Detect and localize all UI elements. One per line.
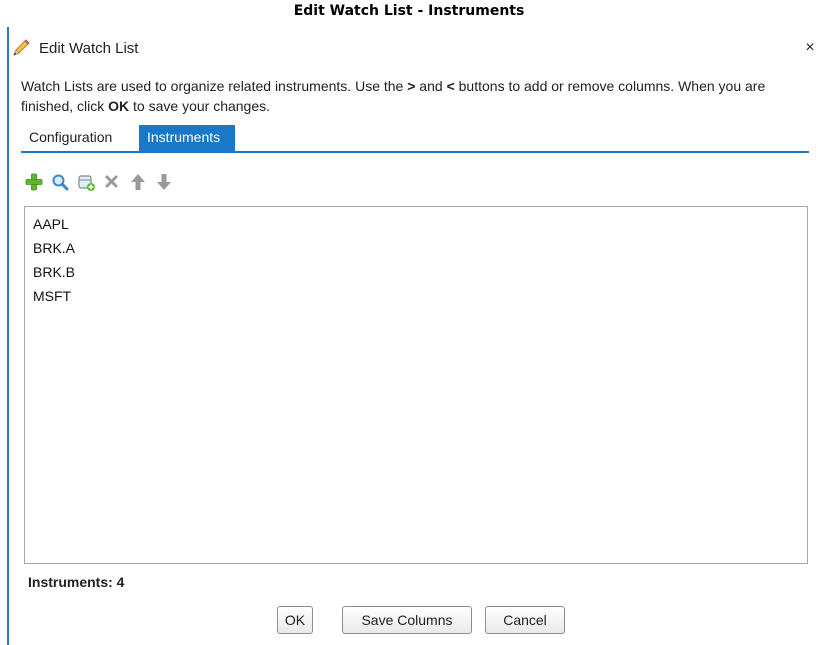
database-add-icon[interactable] <box>75 171 97 193</box>
pencil-icon <box>11 38 31 58</box>
list-item[interactable]: BRK.A <box>33 236 75 260</box>
dialog-description: Watch Lists are used to organize related… <box>21 76 811 116</box>
move-down-icon[interactable] <box>153 171 175 193</box>
instrument-count: Instruments: 4 <box>28 574 125 590</box>
move-up-icon[interactable] <box>127 171 149 193</box>
description-ok: OK <box>108 98 130 114</box>
list-item[interactable]: AAPL <box>33 212 69 236</box>
list-item[interactable]: BRK.B <box>33 260 75 284</box>
cancel-button[interactable]: Cancel <box>485 606 565 634</box>
page-caption: Edit Watch List - Instruments <box>293 3 525 19</box>
list-item[interactable]: MSFT <box>33 284 71 308</box>
save-columns-button[interactable]: Save Columns <box>342 606 472 634</box>
description-text: Watch Lists are used to organize related… <box>21 78 408 94</box>
delete-icon[interactable] <box>101 171 123 193</box>
description-text: and <box>415 78 447 94</box>
dialog-title: Edit Watch List <box>39 40 139 57</box>
tab-instruments[interactable]: Instruments <box>139 125 235 151</box>
description-lt: < <box>446 78 455 94</box>
close-button[interactable]: × <box>802 38 818 58</box>
dialog-titlebar: Edit Watch List × <box>9 32 818 64</box>
add-icon[interactable] <box>23 171 45 193</box>
tab-configuration[interactable]: Configuration <box>21 125 137 151</box>
instrument-toolbar <box>23 171 223 193</box>
ok-button[interactable]: OK <box>277 606 313 634</box>
tab-bar: Configuration Instruments <box>21 125 809 153</box>
instrument-list[interactable]: AAPL BRK.A BRK.B MSFT <box>24 206 808 564</box>
description-text: to save your changes. <box>129 98 271 114</box>
edit-watch-list-dialog: Edit Watch List × Watch Lists are used t… <box>7 27 818 645</box>
search-icon[interactable] <box>49 171 71 193</box>
